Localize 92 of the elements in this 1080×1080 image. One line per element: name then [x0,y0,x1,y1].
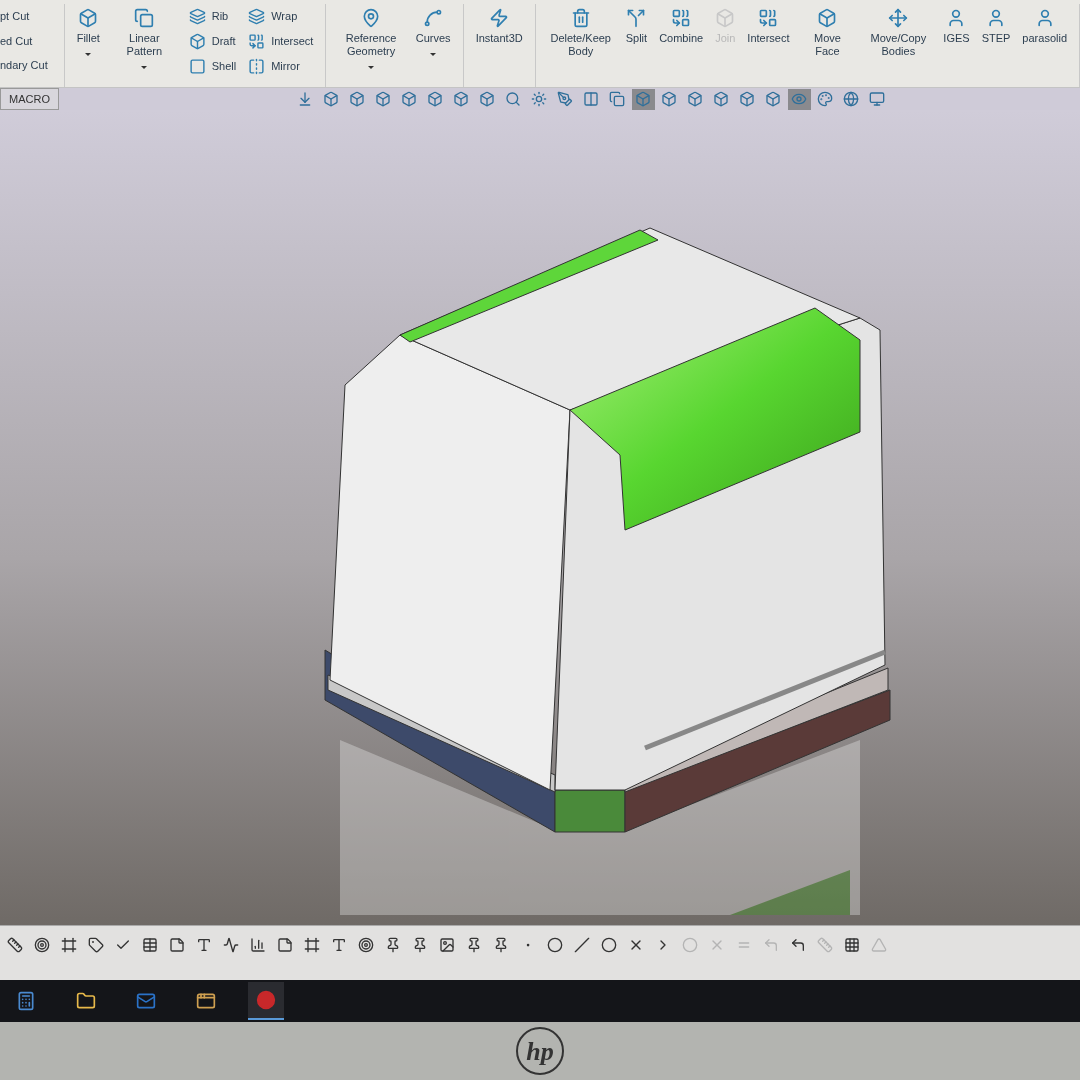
text-icon [331,937,347,953]
combine-icon [248,33,266,50]
triangle-icon [871,937,887,953]
move-icon [888,8,909,28]
ribbon-command[interactable]: Intersect [244,33,318,50]
target-icon [358,937,374,953]
pin-icon [412,937,428,953]
ruler-icon [817,937,833,953]
circle-icon [547,937,563,953]
taskbar-app-button[interactable] [248,982,284,1020]
ribbon-command[interactable]: Shell [184,58,241,75]
curve-icon [423,8,444,28]
monitor-icon [869,91,886,107]
tag-icon [88,937,104,953]
cube-icon [453,91,470,107]
ribbon-command[interactable]: parasolid [1018,4,1071,45]
pin-icon [385,937,401,953]
pin-icon [493,937,509,953]
ribbon-command[interactable]: Combine [655,4,708,45]
layers-icon [188,8,206,25]
calculator-icon [16,991,36,1011]
trash-icon [570,8,591,28]
brand-logo: hp [516,1027,564,1075]
split-icon [626,8,647,28]
ribbon-command[interactable]: IGES [939,4,974,45]
ribbon-command[interactable]: Fillet [72,4,104,56]
cube-icon [375,91,392,107]
app-logo-icon [256,990,276,1010]
slash-icon [574,937,590,953]
square-icon [188,58,206,75]
view-toolbar-button[interactable] [787,88,811,110]
pen-icon [557,91,574,107]
dropdown-arrow-icon [368,66,375,69]
ribbon-command[interactable]: pt Cut [0,8,48,25]
dropdown-arrow-icon [430,53,437,56]
palette-icon [817,91,834,107]
ribbon-command[interactable]: ed Cut [0,32,48,49]
ribbon-command[interactable]: Delete/Keep Body [543,4,618,58]
dropdown-arrow-icon [85,53,92,56]
note-icon [277,937,293,953]
ribbon-command[interactable]: Intersect [743,4,794,45]
cube-icon [188,33,206,50]
target-icon [34,937,50,953]
zoom-icon [505,91,522,107]
cube-icon [78,8,99,28]
ribbon-command[interactable]: Curves [411,4,455,56]
ribbon-command[interactable]: Reference Geometry [334,4,408,69]
cube-icon [817,8,838,28]
cube-icon [687,91,704,107]
ribbon-command[interactable]: Linear Pattern [107,4,181,69]
view-toolbar-button[interactable] [631,88,655,110]
combine-icon [671,8,692,28]
mirror-icon [248,58,266,75]
ribbon-command[interactable]: Wrap [244,8,318,25]
chart-icon [250,937,266,953]
mail-icon [136,991,156,1011]
ribbon-command[interactable]: Rib [184,8,241,25]
circle-icon [682,937,698,953]
command-tab[interactable]: MACRO [0,88,59,110]
text-icon [196,937,212,953]
cube-icon [323,91,340,107]
dropdown-arrow-icon [141,66,148,69]
combine-icon [758,8,779,28]
layers-icon [248,8,266,25]
eye-icon [791,91,808,107]
cube-icon [739,91,756,107]
light-icon [531,91,548,107]
ribbon-command[interactable]: Draft [184,33,241,50]
ribbon-command[interactable]: Split [621,4,652,45]
ribbon-command[interactable]: ndary Cut [0,57,48,74]
ribbon-command[interactable]: Move/Copy Bodies [861,4,936,58]
dimension-icon [7,937,23,953]
table-icon [142,937,158,953]
person-icon [986,8,1006,28]
grid-icon [844,937,860,953]
section-icon [583,91,600,107]
app-window-icon [196,991,216,1011]
cube-icon [713,91,730,107]
cube-icon [715,8,736,28]
ribbon-command[interactable]: Instant3D [471,4,527,45]
cube-icon [427,91,444,107]
cube-icon [349,91,366,107]
folder-icon [76,991,96,1011]
circle-icon [601,937,617,953]
pin-icon [466,937,482,953]
image-icon [439,937,455,953]
ribbon-command[interactable]: STEP [977,4,1015,45]
cube-icon [401,91,418,107]
lightning-icon [489,8,510,28]
note-icon [169,937,185,953]
ribbon-command[interactable]: Mirror [244,58,318,75]
ribbon-command[interactable]: Move Face [797,4,858,58]
